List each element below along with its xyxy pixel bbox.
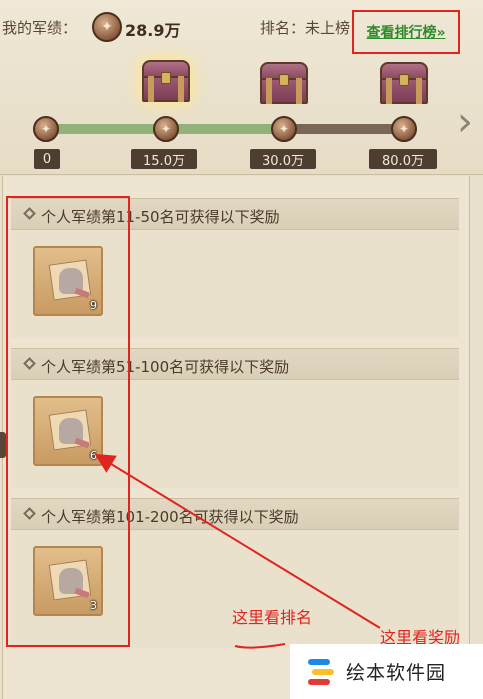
milestone-label: 0 (34, 149, 60, 169)
view-leaderboard-label: 查看排行榜» (366, 25, 446, 41)
rank-status: 排名：未上榜 (260, 19, 351, 37)
merit-header: 我的军绩： ✦ 28.9万 排名：未上榜 查看排行榜» ✦ ✦ ✦ ✦ 0 15… (0, 0, 483, 175)
reward-highlight-box (6, 196, 130, 647)
reward-chest-icon[interactable] (380, 62, 428, 104)
milestone-label: 80.0万 (369, 149, 437, 169)
watermark-text: 绘本软件园 (346, 662, 447, 684)
milestone-label: 30.0万 (250, 149, 316, 169)
chevron-right-icon[interactable]: › (450, 100, 480, 144)
milestone-coin-icon: ✦ (33, 116, 59, 142)
milestone-label: 15.0万 (131, 149, 197, 169)
header-row: 我的军绩： ✦ 28.9万 排名：未上榜 查看排行榜» (0, 10, 483, 54)
view-leaderboard-button[interactable]: 查看排行榜» (352, 10, 460, 54)
rank-annotation: 这里看排名 (232, 608, 313, 627)
reward-chest-icon[interactable] (142, 60, 190, 102)
milestone-coin-icon: ✦ (271, 116, 297, 142)
site-watermark: 绘本软件园 (290, 644, 483, 699)
reward-chest-icon[interactable] (260, 62, 308, 104)
merit-value: 28.9万 (125, 21, 181, 40)
milestone-coin-icon: ✦ (153, 116, 179, 142)
milestone-coin-icon: ✦ (391, 116, 417, 142)
site-logo-icon (308, 657, 334, 687)
merit-coin-icon: ✦ (92, 12, 122, 42)
merit-label: 我的军绩： (2, 19, 78, 37)
